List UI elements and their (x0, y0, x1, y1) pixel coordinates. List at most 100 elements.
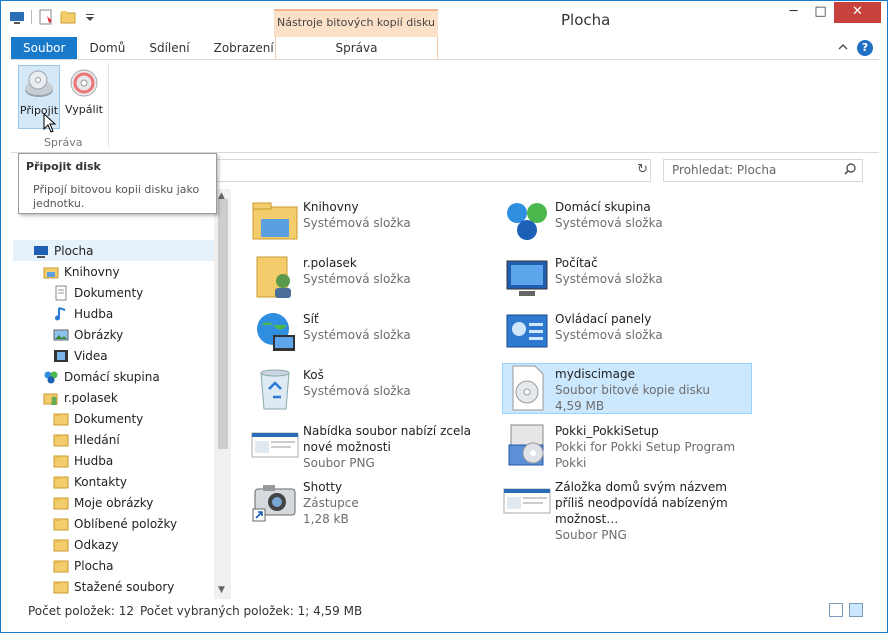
large-icons-view-icon[interactable] (849, 603, 863, 617)
nav-item[interactable]: Oblíbené položky (53, 513, 177, 534)
nav-item[interactable]: Hudba (53, 450, 113, 471)
file-item[interactable]: r.polasek Systémová složka (251, 253, 501, 303)
burn-disc-icon (68, 67, 100, 99)
nav-item-label: Obrázky (74, 327, 124, 342)
nav-item[interactable]: Hledání (53, 429, 120, 450)
nav-item[interactable]: Hudba (53, 303, 113, 324)
title-bar: Nástroje bitových kopií disku Plocha ─ □… (1, 1, 887, 37)
close-button[interactable]: ✕ (834, 2, 881, 23)
file-item-text: Nabídka soubor nabízí zcela nové možnost… (303, 423, 495, 471)
refresh-icon[interactable]: ↻ (637, 162, 648, 177)
navigation-pane: Plocha Knihovny Dokumenty Hudba Obrázky Videa… (13, 189, 231, 599)
ribbon-controls: ? (837, 40, 873, 56)
png-thumbnail-icon (503, 477, 551, 525)
new-folder-icon[interactable] (60, 9, 76, 25)
qat-dropdown-icon[interactable] (82, 9, 98, 25)
file-item-text: Knihovny Systémová složka (303, 199, 495, 231)
nav-item[interactable]: Dokumenty (53, 408, 143, 429)
file-item[interactable]: Shotty Zástupce 1,28 kB (251, 477, 501, 527)
search-icon[interactable] (844, 163, 856, 178)
file-detail: 4,59 MB (555, 399, 605, 413)
libraries-icon (43, 264, 59, 280)
file-detail: Systémová složka (555, 272, 663, 286)
file-item[interactable]: Záložka domů svým názvem příliš neodpoví… (503, 477, 753, 542)
file-item[interactable]: Domácí skupina Systémová složka (503, 197, 753, 247)
nav-item[interactable]: r.polasek (43, 387, 118, 408)
file-detail: Pokki for Pokki Setup Program (555, 440, 736, 454)
nav-item[interactable]: Kontakty (53, 471, 127, 492)
nav-item[interactable]: Stažené soubory (53, 576, 174, 597)
recycle-bin-icon (251, 365, 299, 413)
file-item-text: Domácí skupina Systémová složka (555, 199, 747, 231)
folder-icon (53, 516, 69, 532)
nav-item[interactable]: Dokumenty (53, 282, 143, 303)
tab-file[interactable]: Soubor (11, 37, 78, 61)
file-detail: Soubor bitové kopie disku (555, 383, 710, 397)
minimize-button[interactable]: ─ (780, 2, 807, 23)
file-detail: Systémová složka (303, 272, 411, 286)
file-item-text: mydiscimage Soubor bitové kopie disku 4,59… (555, 366, 747, 414)
burn-button[interactable]: Vypálit (63, 65, 105, 129)
nav-item-label: Videa (74, 348, 108, 363)
file-name: Ovládací panely (555, 312, 652, 326)
nav-item-label: Stažené soubory (74, 579, 175, 594)
folder-icon (53, 579, 69, 595)
nav-scrollbar[interactable]: ▲ ▼ (214, 189, 231, 599)
search-input[interactable]: Prohledat: Plocha (663, 159, 863, 182)
file-item[interactable]: Knihovny Systémová složka (251, 197, 501, 247)
file-item[interactable]: Počítač Systémová složka (503, 253, 753, 303)
file-name: Knihovny (303, 200, 359, 214)
tab-home[interactable]: Domů (77, 37, 137, 61)
documents-icon (53, 285, 69, 301)
nav-item[interactable]: Domácí skupina (43, 366, 160, 387)
help-icon[interactable]: ? (857, 40, 873, 56)
nav-item[interactable]: Odkazy (53, 534, 119, 555)
file-name: Domácí skupina (555, 200, 651, 214)
nav-item[interactable]: Obrázky (53, 324, 123, 345)
file-item-text: r.polasek Systémová složka (303, 255, 495, 287)
control-panel-icon (503, 309, 551, 357)
file-name: Shotty (303, 480, 343, 494)
nav-item[interactable]: Plocha (13, 240, 214, 261)
scroll-thumb[interactable] (218, 199, 228, 449)
details-view-icon[interactable] (829, 603, 843, 617)
expand-ribbon-icon[interactable] (837, 41, 849, 56)
file-item[interactable]: mydiscimage Soubor bitové kopie disku 4,59… (502, 363, 752, 414)
file-name: Nabídka soubor nabízí zcela nové možnost… (303, 424, 472, 454)
mouse-pointer-icon (43, 112, 57, 136)
nav-item[interactable]: Plocha (53, 555, 113, 576)
file-item[interactable]: Pokki_PokkiSetup Pokki for Pokki Setup Pr… (503, 421, 753, 471)
burn-label: Vypálit (65, 103, 103, 116)
file-item[interactable]: Koš Systémová složka (251, 365, 501, 415)
tab-share[interactable]: Sdílení (137, 37, 201, 61)
nav-item-label: Plocha (74, 558, 114, 573)
nav-item[interactable]: Moje obrázky (53, 492, 153, 513)
scroll-down-icon[interactable]: ▼ (218, 585, 225, 595)
address-bar[interactable]: ↻ (206, 159, 651, 182)
file-item[interactable]: Nabídka soubor nabízí zcela nové možnost… (251, 421, 501, 471)
file-detail: Soubor PNG (555, 528, 627, 542)
status-selected: Počet vybraných položek: 1; 4,59 MB (140, 604, 363, 618)
installer-icon (503, 421, 551, 469)
file-item[interactable]: Síť Systémová složka (251, 309, 501, 359)
user-folder-icon (43, 390, 59, 406)
maximize-button[interactable]: □ (807, 2, 834, 23)
nav-item-label: Dokumenty (74, 411, 144, 426)
tab-view[interactable]: Zobrazení (202, 37, 286, 61)
nav-item-label: Hledání (74, 432, 120, 447)
file-detail: Systémová složka (303, 328, 411, 342)
system-menu-icon[interactable] (9, 9, 25, 25)
toolbar-divider (31, 10, 32, 24)
properties-icon[interactable] (38, 9, 54, 25)
nav-item-label: Kontakty (74, 474, 128, 489)
file-detail: 1,28 kB (303, 512, 349, 526)
nav-item-label: Hudba (74, 306, 114, 321)
nav-item[interactable]: Knihovny (43, 261, 120, 282)
camera-shortcut-icon (251, 477, 299, 525)
tab-manage[interactable]: Správa (275, 37, 438, 59)
file-detail: Systémová složka (555, 216, 663, 230)
nav-item[interactable]: Videa (53, 345, 108, 366)
file-item-text: Síť Systémová složka (303, 311, 495, 343)
nav-item-label: Moje obrázky (74, 495, 154, 510)
file-item[interactable]: Ovládací panely Systémová složka (503, 309, 753, 359)
